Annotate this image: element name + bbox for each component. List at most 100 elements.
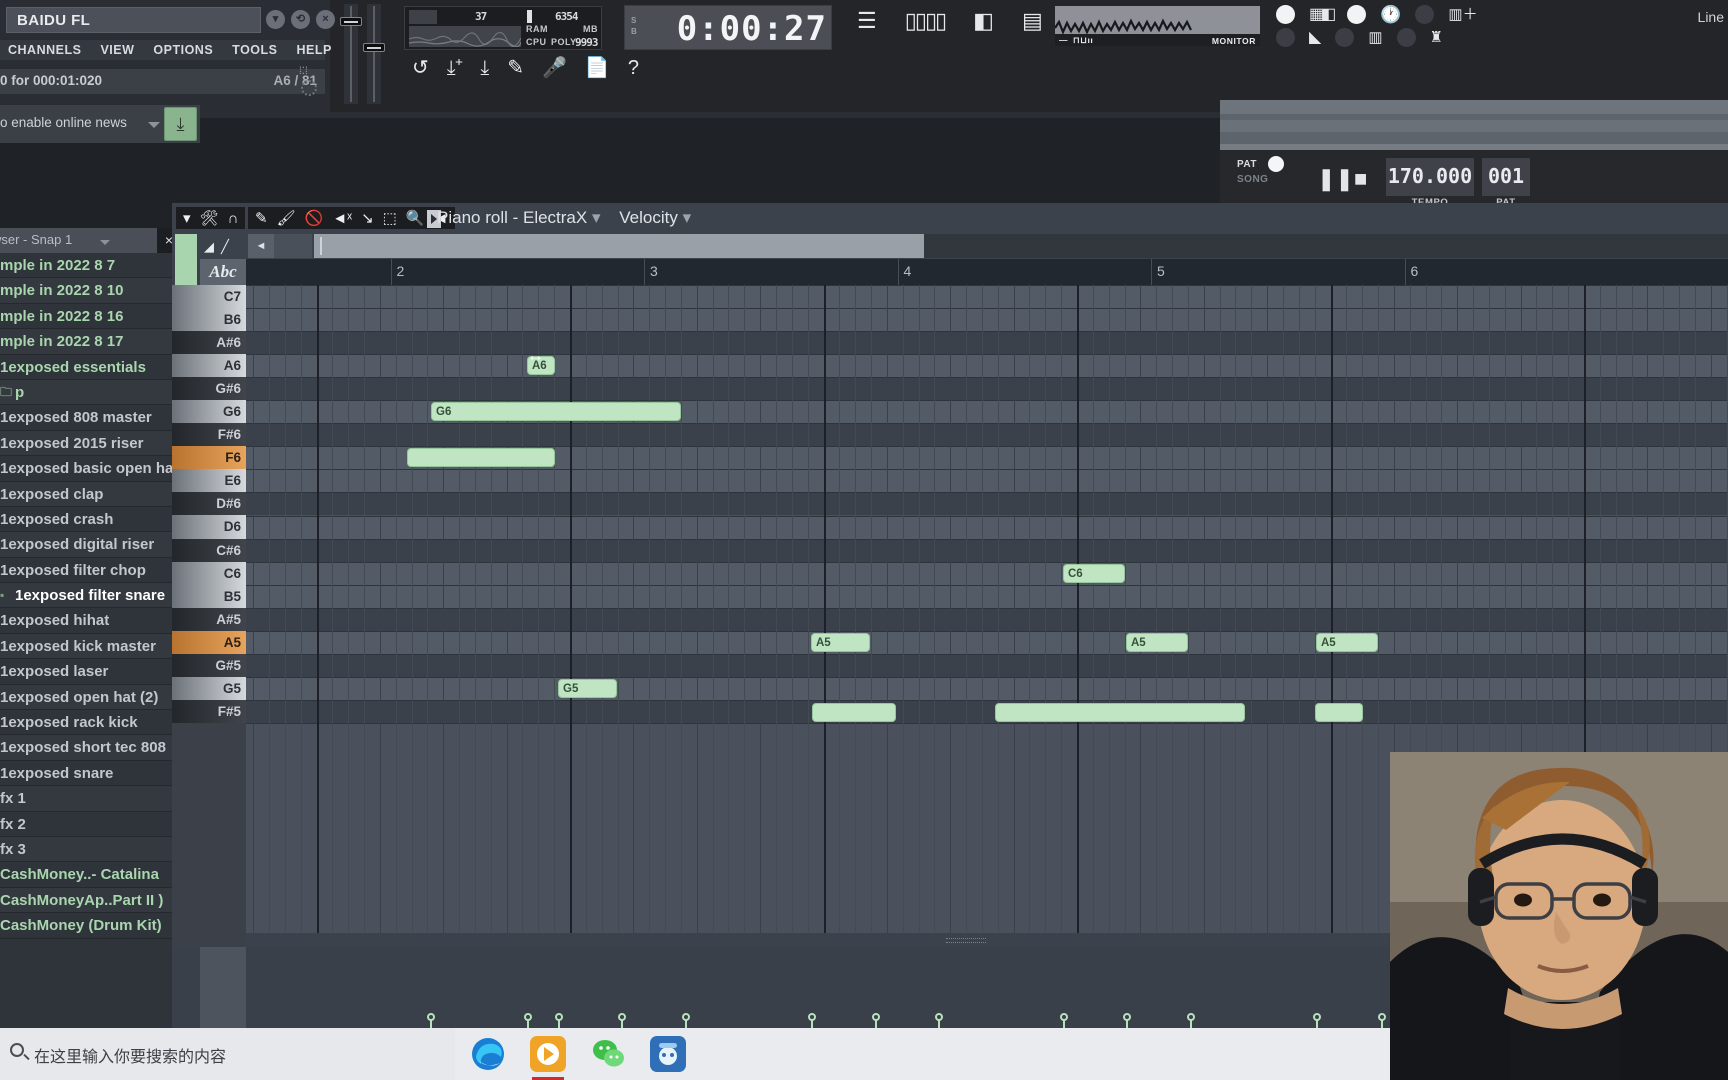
browser-list-item[interactable]: mple in 2022 8 7 bbox=[0, 253, 181, 279]
metronome-icon[interactable]: ◣ bbox=[1309, 29, 1321, 46]
piano-key-Asharp5[interactable]: A#5 bbox=[172, 607, 246, 631]
browser-list-item[interactable]: 🗀 p bbox=[0, 379, 181, 406]
scroll-track-left[interactable] bbox=[274, 234, 312, 258]
snap-magnet-icon[interactable]: ∩ bbox=[228, 211, 239, 226]
pause-button[interactable]: ❚❚ bbox=[1317, 166, 1354, 192]
edge-browser-icon[interactable] bbox=[470, 1036, 506, 1072]
wechat-icon[interactable] bbox=[590, 1036, 626, 1072]
piano-roll-note[interactable]: G6 bbox=[431, 402, 681, 422]
piano-roll-note[interactable] bbox=[1315, 702, 1363, 722]
chevron-down-icon[interactable]: ▾ bbox=[266, 10, 285, 29]
clock-icon[interactable]: 🕐 bbox=[1380, 6, 1401, 23]
bar-ruler[interactable]: 2 3 4 5 6 bbox=[246, 259, 1728, 285]
browser-list-item[interactable]: 1exposed clap bbox=[0, 481, 181, 507]
browser-list-item[interactable]: fx 1 bbox=[0, 786, 181, 812]
browser-list-item[interactable]: 1exposed kick master bbox=[0, 633, 181, 660]
velocity-handle[interactable] bbox=[618, 1013, 626, 1021]
velocity-handle[interactable] bbox=[427, 1013, 435, 1021]
shuffle-knob[interactable]: ⁞⁚⁞ bbox=[299, 66, 308, 77]
scroll-left-button[interactable]: ◄ bbox=[248, 234, 274, 258]
tools-icon[interactable]: 🛠 bbox=[200, 211, 219, 226]
master-volume-slider[interactable] bbox=[340, 4, 362, 104]
velocity-handle[interactable] bbox=[1123, 1013, 1131, 1021]
stop-button[interactable]: ■ bbox=[1354, 166, 1367, 192]
draw-icon[interactable]: ✎ bbox=[255, 211, 268, 226]
toggle-multilink-led[interactable] bbox=[1396, 28, 1416, 47]
taskbar-search[interactable]: 在这里输入你要搜索的内容 bbox=[0, 1028, 455, 1080]
typing-keyboard-icon[interactable]: ▦◧ bbox=[1309, 6, 1336, 23]
browser-item-list[interactable]: mple in 2022 8 7 mple in 2022 8 10 mple in… bbox=[0, 253, 181, 939]
toggle-metronome-led[interactable] bbox=[1276, 28, 1295, 47]
time-display-panel[interactable]: S B 0:00:27 bbox=[624, 5, 832, 50]
line-icon[interactable]: ╱ bbox=[221, 239, 229, 255]
browser-list-item[interactable]: ▪ 1exposed filter snare bbox=[0, 583, 181, 609]
piano-roll-note[interactable]: A5 bbox=[811, 632, 870, 652]
velocity-handle[interactable] bbox=[524, 1013, 532, 1021]
export-icon[interactable]: ⤓ bbox=[480, 58, 489, 78]
velocity-label[interactable]: Velocity bbox=[619, 208, 678, 227]
save-as-icon[interactable]: ⤓⁺ bbox=[447, 58, 463, 78]
piano-key-A5[interactable]: A5 bbox=[172, 630, 246, 654]
velocity-handle[interactable] bbox=[935, 1013, 943, 1021]
scroll-track-right[interactable] bbox=[924, 234, 1728, 258]
step-sequencer-icon[interactable]: ▯▯▯▯ bbox=[905, 10, 947, 32]
pitch-knob[interactable] bbox=[301, 80, 317, 96]
browser-list-item[interactable]: 1exposed basic open hat bbox=[0, 456, 181, 482]
browser-list-item[interactable]: 1exposed crash bbox=[0, 507, 181, 533]
menu-caret-icon[interactable]: ▾ bbox=[183, 211, 191, 226]
menu-item-channels[interactable]: CHANNELS bbox=[8, 43, 81, 57]
slip-icon[interactable]: ↘ bbox=[361, 211, 374, 226]
piano-key-G5[interactable]: G5 bbox=[172, 676, 246, 700]
browser-list-item[interactable]: 1exposed snare bbox=[0, 761, 181, 787]
select-icon[interactable]: ⬚ bbox=[383, 211, 397, 226]
browser-list-item[interactable]: 1exposed 808 master bbox=[0, 405, 181, 431]
chevron-down-icon[interactable] bbox=[100, 240, 110, 245]
browser-list-item[interactable]: CashMoney..- Catalina bbox=[0, 862, 181, 888]
menu-item-help[interactable]: HELP bbox=[297, 43, 332, 57]
menu-item-view[interactable]: VIEW bbox=[100, 43, 134, 57]
piano-key-A6[interactable]: A6 bbox=[172, 354, 246, 378]
piano-key-B5[interactable]: B5 bbox=[172, 584, 246, 608]
piano-roll-note[interactable]: G5 bbox=[558, 678, 617, 698]
browser-list-item[interactable]: fx 2 bbox=[0, 812, 181, 837]
piano-key-C7[interactable]: C7 bbox=[172, 285, 246, 309]
download-icon[interactable]: ⤓ bbox=[164, 107, 197, 141]
ramp-icon[interactable]: ◢ bbox=[204, 239, 214, 255]
zoom-icon[interactable]: 🔍 bbox=[406, 211, 425, 226]
velocity-handle[interactable] bbox=[682, 1013, 690, 1021]
song-mode-label[interactable]: SONG bbox=[1237, 174, 1268, 185]
browser-list-item[interactable]: 1exposed short tec 808 bbox=[0, 735, 181, 761]
browser-list-item[interactable]: mple in 2022 8 16 bbox=[0, 304, 181, 330]
piano-roll-note[interactable]: C6 bbox=[1063, 563, 1125, 583]
toggle-countdown-led[interactable] bbox=[1335, 28, 1355, 47]
chevron-down-icon[interactable] bbox=[148, 122, 160, 128]
pattern-mode-label[interactable]: PAT bbox=[1237, 159, 1257, 170]
browser-list-item[interactable]: 1exposed rack kick bbox=[0, 710, 181, 736]
velocity-handle[interactable] bbox=[808, 1013, 816, 1021]
playlist-icon[interactable]: ☰ bbox=[857, 10, 877, 32]
toggle-wait-input-led[interactable] bbox=[1347, 5, 1367, 24]
browser-list-item[interactable]: fx 3 bbox=[0, 836, 181, 863]
piano-key-F6[interactable]: F6 bbox=[172, 446, 246, 470]
uwp-app-icon[interactable] bbox=[650, 1036, 686, 1072]
piano-key-Fsharp6[interactable]: F#6 bbox=[172, 423, 246, 447]
piano-key-Gsharp6[interactable]: G#6 bbox=[172, 377, 246, 401]
toggle-typing-keyboard-led[interactable] bbox=[1276, 5, 1295, 24]
menu-item-options[interactable]: OPTIONS bbox=[153, 43, 213, 57]
browser-list-item[interactable]: CashMoneyAp..Part II ) bbox=[0, 887, 181, 914]
piano-roll-icon[interactable]: ◧ bbox=[973, 10, 994, 32]
abc-note-names-button[interactable]: Abc bbox=[200, 259, 246, 285]
piano-key-Fsharp5[interactable]: F#5 bbox=[172, 699, 246, 723]
record-mic-icon[interactable]: 🎤 bbox=[542, 58, 567, 78]
tempo-value[interactable]: 170.000 bbox=[1386, 158, 1474, 196]
piano-key-G6[interactable]: G6 bbox=[172, 400, 246, 424]
count-in-icon[interactable]: ▥ bbox=[1368, 30, 1382, 45]
browser-list-item[interactable]: 1exposed laser bbox=[0, 659, 181, 685]
browser-list-item[interactable]: 1exposed essentials bbox=[0, 355, 181, 380]
piano-roll-note[interactable]: A5 bbox=[1126, 632, 1188, 652]
velocity-handle[interactable] bbox=[1060, 1013, 1068, 1021]
edit-pattern-icon[interactable]: ✎ bbox=[507, 58, 524, 78]
horizontal-scrollbar[interactable] bbox=[314, 234, 924, 258]
browser-list-item[interactable]: 1exposed hihat bbox=[0, 608, 181, 634]
notes-icon[interactable]: 📄 bbox=[585, 58, 610, 78]
